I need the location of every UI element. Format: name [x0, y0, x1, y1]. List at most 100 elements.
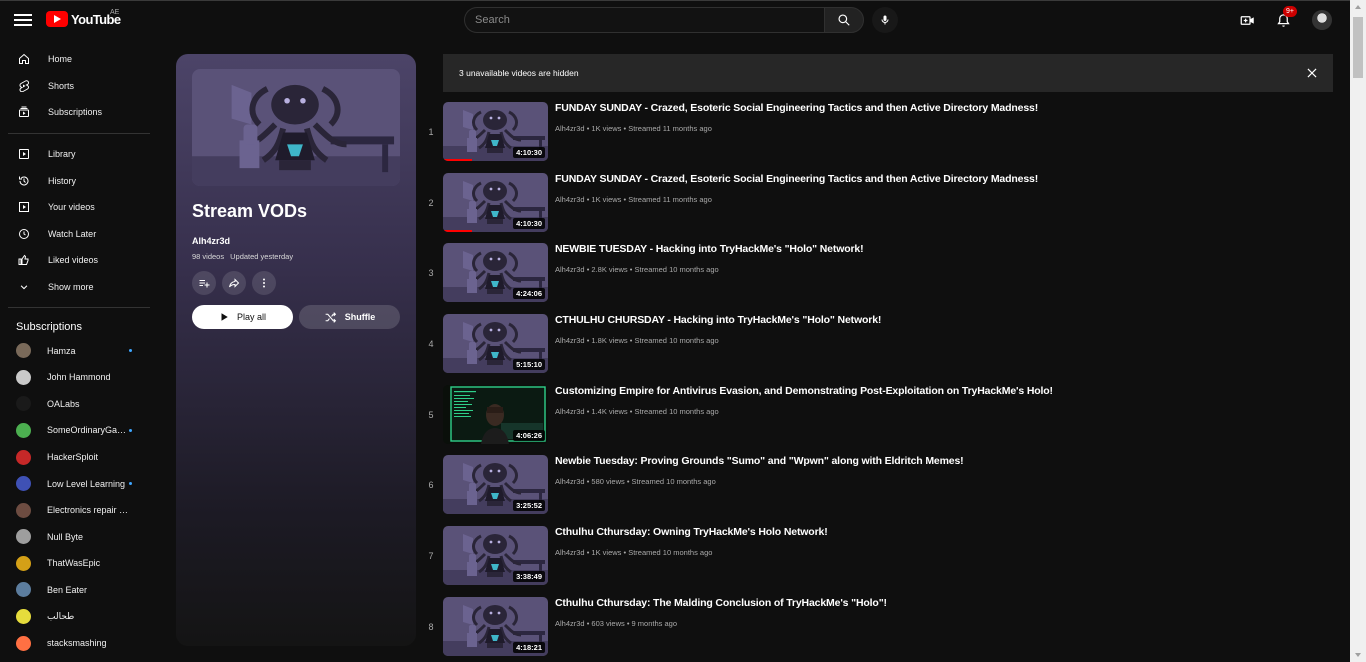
playlist-thumbnail-art — [192, 69, 400, 186]
video-thumbnail[interactable]: 4:18:21 — [443, 597, 548, 656]
sidebar-item-library[interactable]: Library — [0, 141, 158, 168]
playlist-video-row[interactable]: 2 4:10:30 FUNDAY SUNDAY - Crazed, Esoteric… — [420, 171, 1340, 242]
video-channel[interactable]: Alh4zr3d — [555, 619, 585, 628]
playlist-thumbnail[interactable] — [192, 69, 400, 186]
channel-avatar — [16, 502, 31, 518]
new-content-dot — [129, 349, 132, 353]
search-input[interactable] — [464, 7, 824, 33]
subscription-item[interactable]: John Hammond — [0, 364, 158, 391]
subscription-item[interactable]: ThatWasEpic — [0, 550, 158, 577]
sidebar-item-show-more[interactable]: Show more — [0, 274, 158, 301]
play-all-button[interactable]: Play all — [192, 305, 293, 329]
subscription-item[interactable]: Electronics repair school — [0, 497, 158, 524]
video-title[interactable]: CTHULHU CHURSDAY - Hacking into TryHackM… — [555, 314, 881, 326]
video-thumbnail[interactable]: 4:10:30 — [443, 173, 548, 232]
video-title[interactable]: FUNDAY SUNDAY - Crazed, Esoteric Social … — [555, 173, 1038, 185]
share-playlist-button[interactable] — [222, 271, 246, 295]
subscription-item[interactable]: OALabs — [0, 391, 158, 418]
video-channel[interactable]: Alh4zr3d — [555, 407, 585, 416]
sidebar-divider — [8, 307, 150, 309]
hidden-videos-banner: 3 unavailable videos are hidden — [443, 54, 1333, 92]
subscription-name: ThatWasEpic — [47, 558, 101, 569]
subscription-item[interactable]: SomeOrdinaryGamers — [0, 417, 158, 444]
playlist-video-row[interactable]: 1 4:10:30 FUNDAY SUNDAY - Crazed, Esoteric… — [420, 100, 1340, 171]
video-title[interactable]: Customizing Empire for Antivirus Evasion… — [555, 385, 1053, 397]
subscription-name: HackerSploit — [47, 452, 99, 463]
create-button[interactable] — [1236, 9, 1258, 31]
subscription-item[interactable]: Ben Eater — [0, 577, 158, 604]
save-playlist-button[interactable] — [192, 271, 216, 295]
clock-icon — [19, 228, 29, 239]
video-index: 3 — [428, 268, 434, 279]
account-avatar[interactable] — [1312, 10, 1332, 30]
subscription-item[interactable]: طحالب — [0, 603, 158, 630]
video-channel[interactable]: Alh4zr3d — [555, 265, 585, 274]
video-thumbnail[interactable]: 4:10:30 — [443, 102, 548, 161]
video-index: 4 — [428, 339, 434, 350]
notifications-button[interactable]: 9+ — [1272, 6, 1297, 31]
video-title[interactable]: FUNDAY SUNDAY - Crazed, Esoteric Social … — [555, 102, 1038, 114]
video-thumbnail[interactable]: 5:15:10 — [443, 314, 548, 373]
scroll-down-arrow-icon[interactable] — [1355, 653, 1361, 657]
library-icon — [19, 149, 29, 160]
video-meta: Alh4zr3d • 580 views • Streamed 10 month… — [555, 477, 716, 487]
video-duration: 4:06:26 — [513, 429, 545, 441]
your-videos-icon — [19, 202, 29, 213]
video-thumbnail[interactable]: 3:38:49 — [443, 526, 548, 585]
sidebar-item-liked-videos[interactable]: Liked videos — [0, 247, 158, 274]
video-channel[interactable]: Alh4zr3d — [555, 336, 585, 345]
playlist-video-row[interactable]: 8 4:18:21 Cthulhu Cthursday: The Malding C… — [420, 595, 1340, 662]
video-title[interactable]: Newbie Tuesday: Proving Grounds "Sumo" a… — [555, 455, 964, 467]
video-thumbnail[interactable]: 4:24:06 — [443, 243, 548, 302]
sidebar-item-your-videos[interactable]: Your videos — [0, 194, 158, 221]
menu-icon[interactable] — [14, 11, 32, 29]
playlist-video-row[interactable]: 7 3:38:49 Cthulhu Cthursday: Owning TryHac… — [420, 524, 1340, 595]
video-channel[interactable]: Alh4zr3d — [555, 124, 585, 133]
channel-avatar — [16, 343, 31, 359]
scroll-up-arrow-icon[interactable] — [1355, 5, 1361, 9]
search-button[interactable] — [824, 7, 864, 33]
page-scrollbar[interactable] — [1350, 0, 1366, 662]
more-actions-button[interactable] — [252, 271, 276, 295]
close-icon — [1307, 68, 1317, 78]
top-bar: YouTube AE 9+ — [0, 0, 1350, 38]
video-title[interactable]: NEWBIE TUESDAY - Hacking into TryHackMe'… — [555, 243, 864, 255]
history-icon — [19, 176, 29, 186]
sidebar-item-shorts[interactable]: Shorts — [0, 73, 158, 100]
video-stats: 1K views • Streamed 10 months ago — [591, 548, 713, 558]
subscription-item[interactable]: Null Byte — [0, 524, 158, 551]
subscription-item[interactable]: Hamza — [0, 337, 158, 364]
playlist-video-row[interactable]: 5 4:06:26 Customizing Empire for Antivirus… — [420, 383, 1340, 454]
sidebar-item-history[interactable]: History — [0, 167, 158, 194]
playlist-video-row[interactable]: 4 5:15:10 CTHULHU CHURSDAY - Hacking into … — [420, 312, 1340, 383]
video-stats: 1K views • Streamed 11 months ago — [591, 194, 712, 204]
video-thumbnail[interactable]: 3:25:52 — [443, 455, 548, 514]
video-title[interactable]: Cthulhu Cthursday: Owning TryHackMe's Ho… — [555, 526, 828, 538]
video-title[interactable]: Cthulhu Cthursday: The Malding Conclusio… — [555, 597, 887, 609]
sidebar-item-label: Home — [48, 54, 73, 65]
playlist-video-row[interactable]: 3 4:24:06 NEWBIE TUESDAY - Hacking into Tr… — [420, 241, 1340, 312]
video-thumbnail[interactable]: 4:06:26 — [443, 385, 548, 444]
video-duration: 3:38:49 — [513, 571, 545, 583]
subscription-item[interactable]: HackerSploit — [0, 444, 158, 471]
video-channel[interactable]: Alh4zr3d — [555, 548, 585, 557]
dismiss-banner-button[interactable] — [1305, 66, 1319, 80]
playlist-owner[interactable]: Alh4zr3d — [192, 236, 230, 246]
video-channel[interactable]: Alh4zr3d — [555, 477, 585, 486]
video-index: 7 — [428, 551, 434, 562]
video-channel[interactable]: Alh4zr3d — [555, 195, 585, 204]
scrollbar-thumb[interactable] — [1353, 17, 1363, 78]
voice-search-button[interactable] — [872, 7, 898, 33]
subscription-item[interactable]: Low Level Learning — [0, 470, 158, 497]
search-bar — [464, 7, 864, 33]
subscription-item[interactable]: stacksmashing — [0, 630, 158, 657]
video-index: 6 — [428, 480, 434, 491]
video-stats: 2.8K views • Streamed 10 months ago — [591, 265, 719, 275]
sidebar-item-home[interactable]: Home — [0, 46, 158, 73]
playlist-video-row[interactable]: 6 3:25:52 Newbie Tuesday: Proving Grounds … — [420, 453, 1340, 524]
playlist-video-list: 1 4:10:30 FUNDAY SUNDAY - Crazed, Esoteric… — [420, 100, 1340, 662]
country-code: AE — [110, 9, 120, 16]
sidebar-item-watch-later[interactable]: Watch Later — [0, 221, 158, 248]
sidebar-item-subscriptions[interactable]: Subscriptions — [0, 99, 158, 126]
shuffle-button[interactable]: Shuffle — [299, 305, 400, 329]
